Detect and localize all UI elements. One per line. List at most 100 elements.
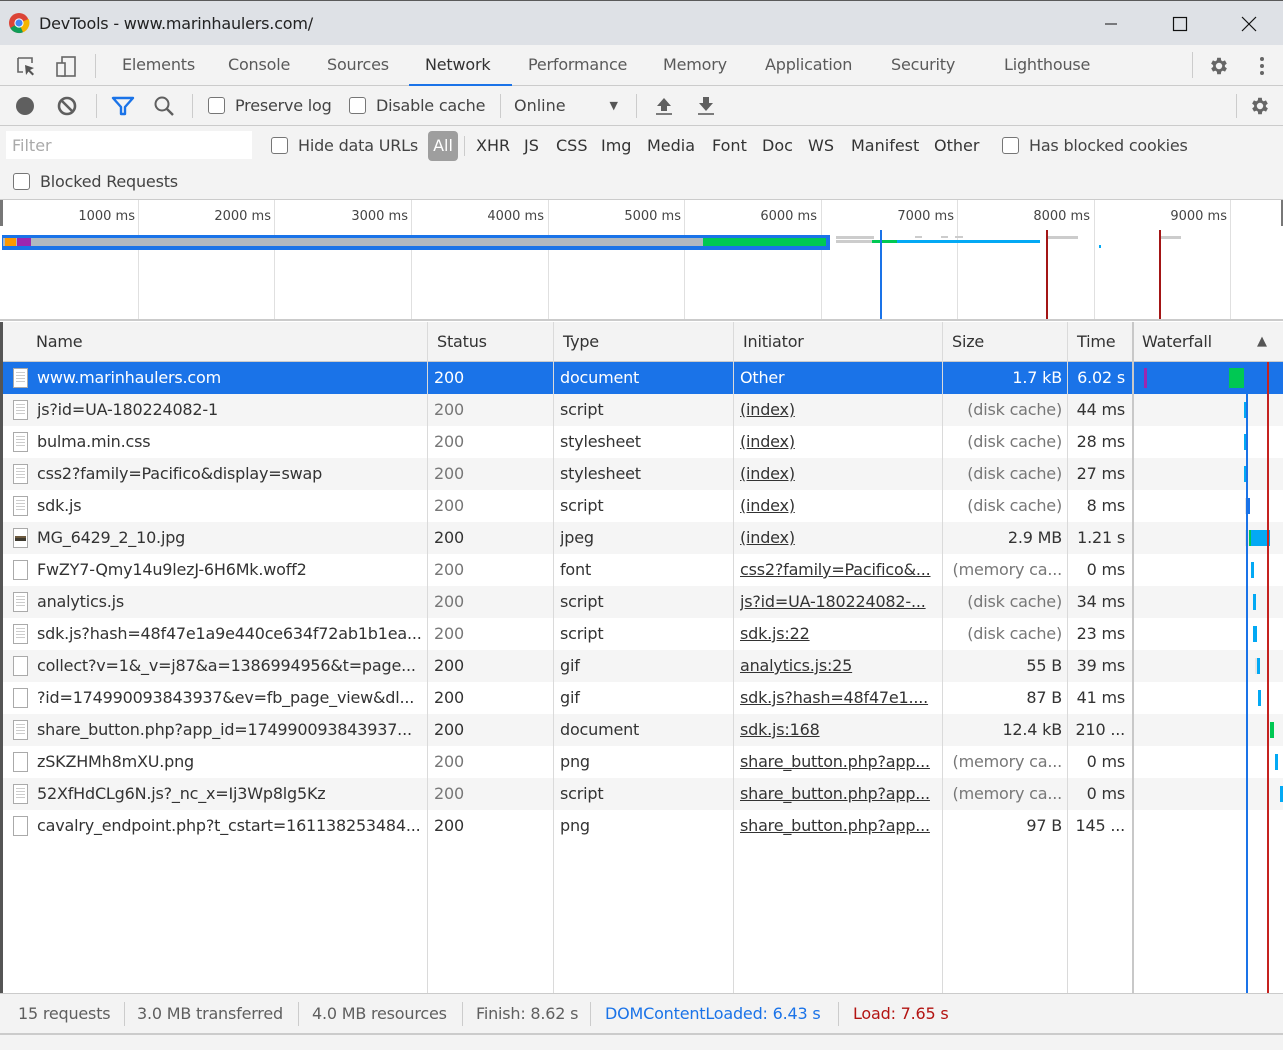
settings-button[interactable] xyxy=(1206,53,1232,79)
cell-name[interactable]: cavalry_endpoint.php?t_cstart=1611382534… xyxy=(37,810,421,842)
column-divider[interactable] xyxy=(553,322,554,993)
column-header-initiator[interactable]: Initiator xyxy=(737,322,804,362)
column-divider[interactable] xyxy=(942,322,943,993)
cell-initiator[interactable]: share_button.php?app... xyxy=(740,746,938,778)
minimize-button[interactable] xyxy=(1076,1,1145,46)
table-row[interactable]: sdk.js 200 script (index) (disk cache) 8 ms xyxy=(3,490,1283,522)
cell-initiator[interactable]: sdk.js?hash=48f47e1.... xyxy=(740,682,938,714)
overview-left-handle[interactable] xyxy=(0,200,3,226)
tab-network[interactable]: Network xyxy=(425,45,491,85)
hide-data-urls-check[interactable] xyxy=(271,136,288,154)
cell-name[interactable]: zSKZHMh8mXU.png xyxy=(37,746,421,778)
hide-data-urls-checkbox[interactable]: Hide data URLs xyxy=(271,130,418,160)
more-options-button[interactable] xyxy=(1249,53,1275,79)
column-header-status[interactable]: Status xyxy=(431,322,487,362)
network-settings-button[interactable] xyxy=(1249,86,1271,125)
table-row[interactable]: sdk.js?hash=48f47e1a9e440ce634f72ab1b1ea… xyxy=(3,618,1283,650)
maximize-button[interactable] xyxy=(1145,1,1214,46)
blocked-requests-checkbox[interactable]: Blocked Requests xyxy=(13,166,178,196)
disable-cache-checkbox[interactable]: Disable cache xyxy=(349,86,485,125)
cell-name[interactable]: share_button.php?app_id=174990093843937.… xyxy=(37,714,421,746)
has-blocked-cookies-checkbox[interactable]: Has blocked cookies xyxy=(1002,130,1188,160)
import-har-button[interactable] xyxy=(655,86,673,125)
cell-name[interactable]: collect?v=1&_v=j87&a=1386994956&t=page..… xyxy=(37,650,421,682)
filter-input[interactable] xyxy=(6,131,252,159)
export-har-button[interactable] xyxy=(697,86,715,125)
search-button[interactable] xyxy=(153,86,175,125)
table-row[interactable]: cavalry_endpoint.php?t_cstart=1611382534… xyxy=(3,810,1283,842)
cell-name[interactable]: bulma.min.css xyxy=(37,426,421,458)
cell-initiator[interactable]: (index) xyxy=(740,522,938,554)
column-header-time[interactable]: Time xyxy=(1071,322,1116,362)
table-row[interactable]: analytics.js 200 script js?id=UA-180224082-… xyxy=(3,586,1283,618)
type-filter-ws[interactable]: WS xyxy=(808,131,834,161)
filter-toggle-button[interactable] xyxy=(111,86,135,125)
table-row[interactable]: ?id=174990093843937&ev=fb_page_view&dl..… xyxy=(3,682,1283,714)
throttling-select[interactable]: Online ▼ xyxy=(514,86,622,125)
table-row[interactable]: bulma.min.css 200 stylesheet (index) (disk c… xyxy=(3,426,1283,458)
cell-name[interactable]: sdk.js xyxy=(37,490,421,522)
table-row[interactable]: FwZY7-Qmy14u9lezJ-6H6Mk.woff2 200 font css2… xyxy=(3,554,1283,586)
column-header-type[interactable]: Type xyxy=(557,322,599,362)
preserve-log-check[interactable] xyxy=(208,97,225,114)
type-filter-js[interactable]: JS xyxy=(524,131,539,161)
tab-performance[interactable]: Performance xyxy=(528,45,627,85)
type-filter-doc[interactable]: Doc xyxy=(762,131,793,161)
cell-initiator[interactable]: (index) xyxy=(740,394,938,426)
cell-initiator[interactable]: analytics.js:25 xyxy=(740,650,938,682)
type-filter-all[interactable]: All xyxy=(428,131,458,161)
preserve-log-checkbox[interactable]: Preserve log xyxy=(208,86,332,125)
blocked-requests-check[interactable] xyxy=(13,172,30,190)
tab-console[interactable]: Console xyxy=(228,45,290,85)
cell-initiator[interactable]: sdk.js:168 xyxy=(740,714,938,746)
has-blocked-cookies-check[interactable] xyxy=(1002,136,1019,154)
cell-name[interactable]: MG_6429_2_10.jpg xyxy=(37,522,421,554)
column-divider[interactable] xyxy=(733,322,734,993)
tab-lighthouse[interactable]: Lighthouse xyxy=(1004,45,1090,85)
cell-initiator[interactable]: sdk.js:22 xyxy=(740,618,938,650)
type-filter-xhr[interactable]: XHR xyxy=(476,131,510,161)
cell-name[interactable]: 52XfHdCLg6N.js?_nc_x=Ij3Wp8lg5Kz xyxy=(37,778,421,810)
cell-name[interactable]: css2?family=Pacifico&display=swap xyxy=(37,458,421,490)
table-row[interactable]: css2?family=Pacifico&display=swap 200 styl… xyxy=(3,458,1283,490)
cell-name[interactable]: js?id=UA-180224082-1 xyxy=(37,394,421,426)
cell-name[interactable]: FwZY7-Qmy14u9lezJ-6H6Mk.woff2 xyxy=(37,554,421,586)
type-filter-media[interactable]: Media xyxy=(647,131,695,161)
close-window-button[interactable] xyxy=(1214,1,1283,46)
table-row[interactable]: share_button.php?app_id=174990093843937.… xyxy=(3,714,1283,746)
type-filter-css[interactable]: CSS xyxy=(556,131,587,161)
cell-initiator[interactable]: css2?family=Pacifico&... xyxy=(740,554,938,586)
column-header-name[interactable]: Name xyxy=(30,322,83,362)
cell-initiator[interactable]: (index) xyxy=(740,426,938,458)
cell-name[interactable]: ?id=174990093843937&ev=fb_page_view&dl..… xyxy=(37,682,421,714)
disable-cache-check[interactable] xyxy=(349,97,366,114)
column-divider[interactable] xyxy=(1132,322,1134,993)
table-row[interactable]: www.marinhaulers.com 200 document Other 1.7 … xyxy=(3,362,1283,394)
timeline-overview[interactable]: 1000 ms 2000 ms 3000 ms 4000 ms 5000 ms … xyxy=(0,200,1283,321)
cell-initiator[interactable]: (index) xyxy=(740,490,938,522)
cell-name[interactable]: www.marinhaulers.com xyxy=(37,362,421,394)
tab-application[interactable]: Application xyxy=(765,45,852,85)
table-row[interactable]: 52XfHdCLg6N.js?_nc_x=Ij3Wp8lg5Kz 200 scrip… xyxy=(3,778,1283,810)
cell-initiator[interactable]: share_button.php?app... xyxy=(740,778,938,810)
clear-button[interactable] xyxy=(56,86,78,125)
column-header-size[interactable]: Size xyxy=(946,322,984,362)
cell-initiator[interactable]: js?id=UA-180224082-... xyxy=(740,586,938,618)
tab-sources[interactable]: Sources xyxy=(327,45,389,85)
cell-name[interactable]: analytics.js xyxy=(37,586,421,618)
tab-elements[interactable]: Elements xyxy=(122,45,195,85)
column-divider[interactable] xyxy=(1067,322,1068,993)
table-row[interactable]: zSKZHMh8mXU.png 200 png share_button.php?ap… xyxy=(3,746,1283,778)
type-filter-font[interactable]: Font xyxy=(712,131,747,161)
type-filter-other[interactable]: Other xyxy=(934,131,979,161)
cell-initiator[interactable]: (index) xyxy=(740,458,938,490)
table-row[interactable]: MG_6429_2_10.jpg 200 jpeg (index) 2.9 MB 1.21… xyxy=(3,522,1283,554)
type-filter-manifest[interactable]: Manifest xyxy=(851,131,919,161)
inspect-element-button[interactable] xyxy=(13,53,39,79)
device-toolbar-button[interactable] xyxy=(53,53,79,79)
column-header-waterfall[interactable]: Waterfall xyxy=(1136,322,1212,362)
column-divider[interactable] xyxy=(427,322,428,993)
cell-name[interactable]: sdk.js?hash=48f47e1a9e440ce634f72ab1b1ea… xyxy=(37,618,421,650)
tab-memory[interactable]: Memory xyxy=(663,45,727,85)
tab-security[interactable]: Security xyxy=(891,45,955,85)
